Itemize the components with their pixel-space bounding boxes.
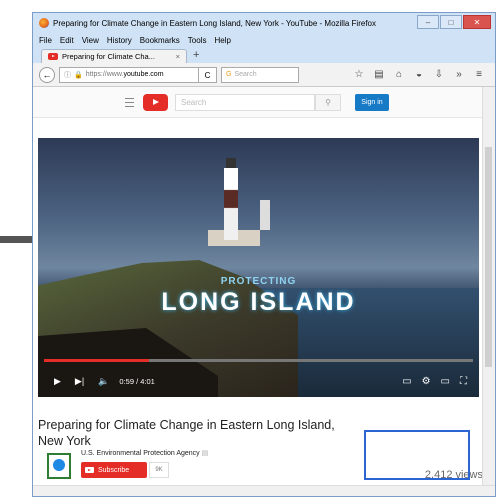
menu-bar: File Edit View History Bookmarks Tools H… (33, 33, 495, 47)
menu-tools[interactable]: Tools (188, 36, 207, 45)
minimize-button[interactable]: – (417, 15, 439, 29)
menu-bookmarks[interactable]: Bookmarks (140, 36, 180, 45)
video-player[interactable]: PROTECTING LONG ISLAND ▶ ▶| 🔈 0:59 / 4:0… (38, 138, 479, 397)
maximize-button[interactable]: □ (440, 15, 462, 29)
player-controls: ▶ ▶| 🔈 0:59 / 4:01 ▭ ⚙ ▭ ⛶ (38, 365, 479, 397)
back-button[interactable]: ← (39, 66, 55, 83)
menu-file[interactable]: File (39, 36, 52, 45)
bookmark-star-icon[interactable]: ☆ (349, 69, 369, 80)
tab-strip: Preparing for Climate Cha... × + (33, 47, 495, 63)
info-icon[interactable]: ⓘ (64, 70, 71, 80)
url-domain: youtube.com (123, 71, 164, 78)
fullscreen-icon[interactable]: ⛶ (460, 376, 467, 387)
reload-button[interactable]: C (199, 66, 217, 83)
captions-icon[interactable]: ▭ (402, 376, 411, 387)
channel-avatar[interactable] (47, 453, 71, 479)
subscriber-count: 9K (149, 462, 169, 478)
pocket-icon[interactable]: ◒ (409, 69, 429, 80)
new-tab-button[interactable]: + (193, 49, 199, 61)
toolbar-icons: ☆ ▤ ⌂ ◒ ⇩ » ≡ (349, 69, 489, 80)
title-bar: Preparing for Climate Change in Eastern … (33, 13, 495, 33)
next-icon[interactable]: ▶| (75, 376, 84, 387)
video-overlay-subtitle: PROTECTING (220, 276, 297, 287)
menu-edit[interactable]: Edit (60, 36, 74, 45)
play-icon[interactable]: ▶ (54, 376, 61, 387)
lock-icon: 🔒 (74, 71, 83, 79)
browser-search-input[interactable]: G Search (221, 66, 299, 83)
menu-view[interactable]: View (82, 36, 99, 45)
menu-history[interactable]: History (107, 36, 132, 45)
youtube-logo-icon[interactable] (143, 94, 168, 111)
home-icon[interactable]: ⌂ (389, 69, 409, 80)
channel-name[interactable]: U.S. Environmental Protection Agency ▤ (81, 449, 208, 457)
firefox-icon (39, 18, 49, 28)
video-time: 0:59 / 4:01 (119, 376, 155, 386)
search-engine-icon: G (226, 71, 232, 78)
highlight-box (364, 430, 470, 480)
verified-icon: ▤ (201, 450, 209, 457)
sign-in-button[interactable]: Sign in (355, 94, 389, 111)
reading-list-icon[interactable]: ▤ (369, 69, 389, 80)
horizontal-scrollbar[interactable] (33, 485, 495, 496)
video-overlay-title: LONG ISLAND (161, 288, 356, 316)
web-page: Search ⚲ Sign in PROTECTING LONG ISLAND … (33, 87, 483, 486)
progress-fill (44, 359, 150, 362)
url-bar[interactable]: ⓘ 🔒 https://www. youtube.com (59, 66, 199, 83)
browser-search-placeholder: Search (234, 71, 257, 78)
subscribe-button[interactable]: Subscribe (81, 462, 147, 478)
settings-gear-icon[interactable]: ⚙ (422, 376, 431, 387)
subscribe-label: Subscribe (98, 466, 130, 474)
browser-window: Preparing for Climate Change in Eastern … (32, 12, 496, 497)
download-icon[interactable]: ⇩ (429, 69, 449, 80)
youtube-favicon-icon (48, 53, 58, 60)
video-tower (260, 200, 270, 230)
player-right-controls: ▭ ⚙ ▭ ⛶ (392, 376, 467, 387)
menu-help[interactable]: Help (214, 36, 230, 45)
youtube-search-input[interactable]: Search (175, 94, 315, 111)
connector-line (0, 236, 36, 243)
close-button[interactable]: ✕ (463, 15, 491, 29)
video-title: Preparing for Climate Change in Eastern … (38, 418, 335, 448)
youtube-subscribe-icon (85, 467, 94, 473)
url-prefix: https://www. (85, 71, 124, 78)
video-lighthouse (224, 158, 238, 240)
youtube-header: Search ⚲ Sign in (33, 87, 483, 118)
tab-label: Preparing for Climate Cha... (62, 52, 155, 61)
progress-bar[interactable] (44, 359, 473, 362)
tab-close-icon[interactable]: × (176, 52, 180, 61)
overflow-icon[interactable]: » (449, 69, 469, 80)
menu-hamburger-icon[interactable]: ≡ (469, 69, 489, 80)
vertical-scrollbar[interactable] (482, 87, 495, 486)
search-icon[interactable]: ⚲ (315, 94, 341, 111)
window-controls: – □ ✕ (416, 15, 491, 29)
window-title: Preparing for Climate Change in Eastern … (53, 18, 376, 28)
navigation-bar: ← ⓘ 🔒 https://www. youtube.com C G Search… (33, 63, 495, 87)
tab-youtube[interactable]: Preparing for Climate Cha... × (41, 49, 187, 63)
volume-icon[interactable]: 🔈 (98, 376, 109, 387)
channel-name-text: U.S. Environmental Protection Agency (81, 450, 200, 457)
vertical-scroll-thumb[interactable] (485, 147, 492, 367)
guide-menu-icon[interactable] (125, 98, 134, 107)
theater-mode-icon[interactable]: ▭ (441, 376, 450, 387)
